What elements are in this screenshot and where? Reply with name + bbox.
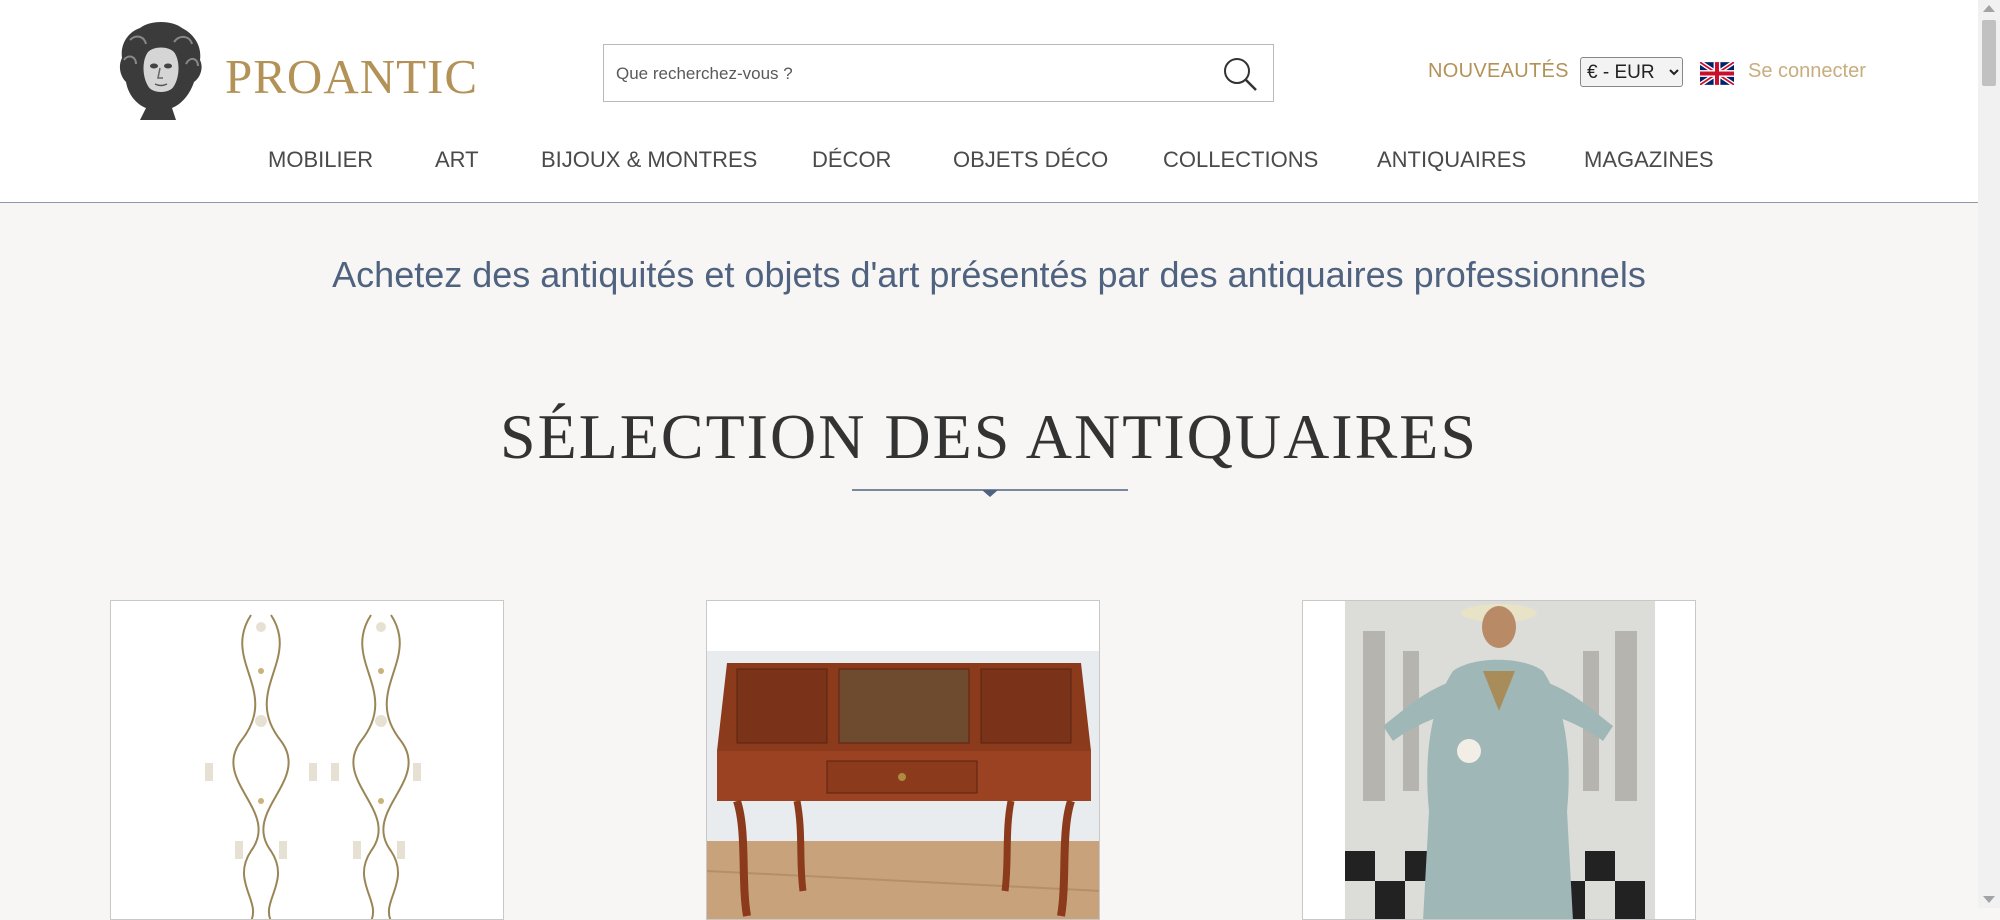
scroll-thumb[interactable] <box>1982 20 1996 86</box>
login-link[interactable]: Se connecter <box>1748 60 1866 83</box>
tagline: Achetez des antiquités et objets d'art p… <box>332 254 1646 295</box>
main-nav: MOBILIER ART BIJOUX & MONTRES DÉCOR OBJE… <box>0 147 1978 177</box>
scroll-down-icon[interactable] <box>1983 896 1995 903</box>
title-divider <box>852 489 1128 497</box>
logo-bust-icon[interactable] <box>110 20 210 124</box>
currency-select[interactable]: € - EUR <box>1580 57 1683 87</box>
scroll-up-icon[interactable] <box>1983 5 1995 12</box>
nouveautes-link[interactable]: NOUVEAUTÉS <box>1428 60 1569 83</box>
dressing-table-image <box>707 651 1099 919</box>
uk-flag-icon[interactable] <box>1700 62 1734 85</box>
nav-item-collections[interactable]: COLLECTIONS <box>1163 147 1318 173</box>
nav-item-mobilier[interactable]: MOBILIER <box>268 147 373 173</box>
section-title: SÉLECTION DES ANTIQUAIRES <box>500 401 1478 472</box>
nav-item-bijoux-montres[interactable]: BIJOUX & MONTRES <box>541 147 757 173</box>
nav-item-objets-deco[interactable]: OBJETS DÉCO <box>953 147 1108 173</box>
product-card-dressing-table[interactable] <box>706 600 1100 920</box>
product-card-sconces[interactable] <box>110 600 504 920</box>
nav-item-art[interactable]: ART <box>435 147 479 173</box>
logo-text[interactable]: PROANTIC <box>225 48 478 105</box>
nav-item-magazines[interactable]: MAGAZINES <box>1584 147 1714 173</box>
search-bar <box>603 44 1274 102</box>
sconces-image <box>205 614 421 919</box>
site-header: PROANTIC NOUVEAUTÉS € - EUR Se connecter… <box>0 0 1978 203</box>
nav-item-antiquaires[interactable]: ANTIQUAIRES <box>1377 147 1526 173</box>
figure-image <box>1345 601 1655 919</box>
search-icon[interactable] <box>1221 55 1259 93</box>
product-card-figure[interactable] <box>1302 600 1696 920</box>
page-scrollbar[interactable] <box>1978 0 2000 908</box>
search-input[interactable] <box>614 53 1198 95</box>
nav-item-decor[interactable]: DÉCOR <box>812 147 891 173</box>
